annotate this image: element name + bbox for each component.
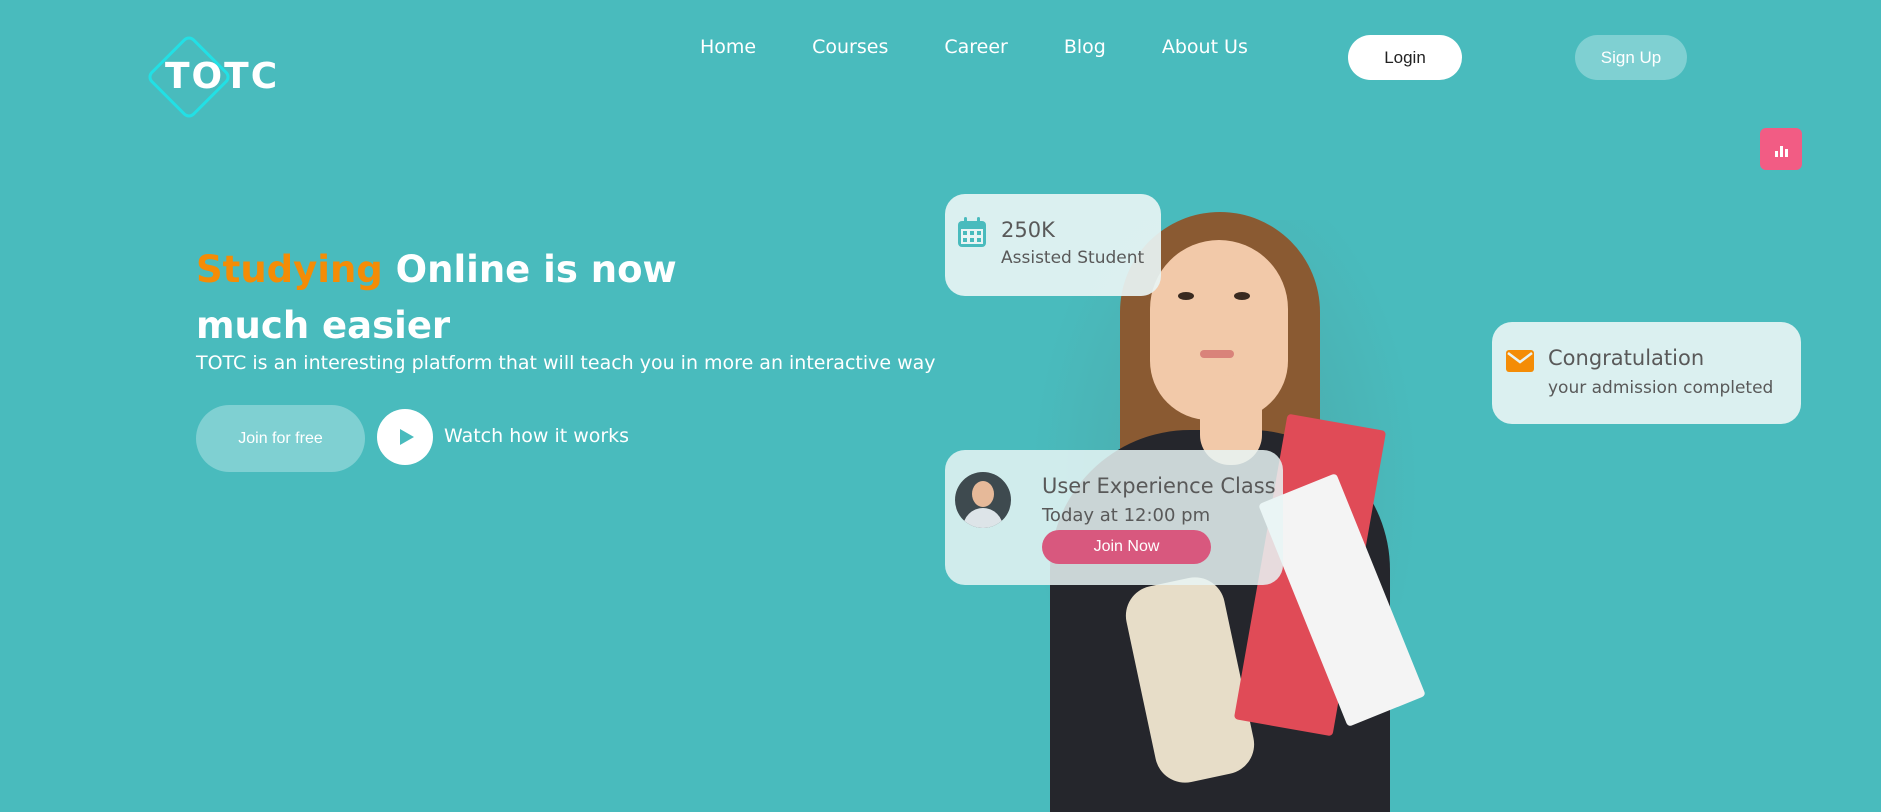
class-time: Today at 12:00 pm bbox=[1042, 505, 1211, 526]
bar-chart-bar bbox=[1784, 149, 1788, 157]
calendar-icon bbox=[958, 217, 986, 247]
play-icon bbox=[400, 429, 414, 445]
join-now-button[interactable]: Join Now bbox=[1042, 530, 1211, 564]
bar-chart-icon[interactable] bbox=[1760, 128, 1802, 170]
bar-chart-bar bbox=[1779, 146, 1783, 157]
nav-blog[interactable]: Blog bbox=[1064, 36, 1106, 58]
logo-text: TOTC bbox=[165, 56, 280, 97]
nav-career[interactable]: Career bbox=[944, 36, 1008, 58]
watch-how-it-works-link[interactable]: Watch how it works bbox=[444, 425, 629, 447]
congratulation-card: Congratulation your admission completed bbox=[1492, 322, 1801, 424]
hero-title: Studying Online is now much easier bbox=[196, 242, 716, 354]
join-for-free-button[interactable]: Join for free bbox=[196, 405, 365, 472]
class-title: User Experience Class bbox=[1042, 474, 1276, 498]
hero-title-accent: Studying bbox=[196, 248, 383, 291]
hero-subtitle: TOTC is an interesting platform that wil… bbox=[196, 352, 936, 374]
nav-about-us[interactable]: About Us bbox=[1162, 36, 1248, 58]
logo[interactable]: TOTC bbox=[140, 33, 277, 126]
assisted-students-label: Assisted Student bbox=[1001, 248, 1145, 268]
login-button[interactable]: Login bbox=[1348, 35, 1462, 80]
assisted-students-card: 250K Assisted Student bbox=[945, 194, 1161, 296]
nav-home[interactable]: Home bbox=[700, 36, 756, 58]
congratulation-subtitle: your admission completed bbox=[1548, 378, 1774, 398]
bar-chart-bar bbox=[1774, 151, 1778, 157]
main-nav: Home Courses Career Blog About Us bbox=[700, 36, 1304, 58]
play-button[interactable] bbox=[377, 409, 433, 465]
student-eye bbox=[1178, 292, 1194, 300]
mail-icon bbox=[1506, 350, 1534, 372]
student-eye bbox=[1234, 292, 1250, 300]
signup-button[interactable]: Sign Up bbox=[1575, 35, 1687, 80]
class-card: User Experience Class Today at 12:00 pm … bbox=[945, 450, 1283, 585]
instructor-avatar bbox=[955, 472, 1011, 528]
avatar-torso bbox=[963, 508, 1003, 528]
assisted-students-count: 250K bbox=[1001, 218, 1055, 242]
nav-courses[interactable]: Courses bbox=[812, 36, 888, 58]
avatar-head bbox=[972, 481, 994, 507]
congratulation-title: Congratulation bbox=[1548, 346, 1705, 370]
student-mouth bbox=[1200, 350, 1234, 358]
